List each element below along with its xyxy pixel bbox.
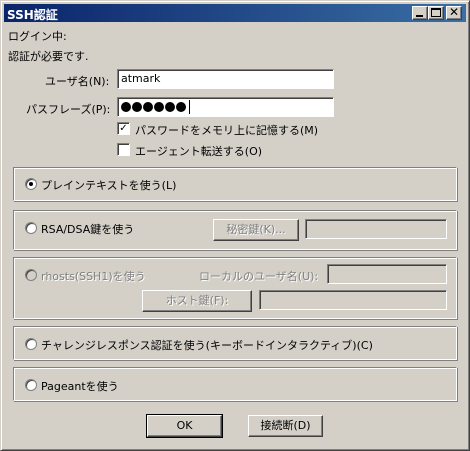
minimize-button[interactable] (412, 6, 428, 20)
username-label: ユーザ名(N): (45, 75, 110, 88)
pageant-radio[interactable] (25, 379, 37, 391)
rhosts-label: rhosts(SSH1)を使う (41, 270, 146, 283)
window-title: SSH認証 (7, 8, 58, 22)
login-status: ログイン中: (8, 30, 67, 43)
host-key-path-input[interactable] (259, 290, 447, 310)
host-key-button[interactable]: ホスト鍵(F): (142, 290, 252, 312)
pageant-label: Pageantを使う (41, 380, 119, 393)
username-value: atmark (121, 72, 161, 85)
ok-button[interactable]: OK (146, 414, 223, 438)
disconnect-button[interactable]: 接続断(D) (248, 415, 323, 437)
local-username-input[interactable] (327, 264, 447, 284)
maximize-icon (431, 8, 441, 17)
auth-required-message: 認証が必要です. (8, 50, 89, 63)
challenge-radio[interactable] (25, 338, 37, 350)
remember-password-checkbox[interactable]: ✓ (117, 122, 130, 135)
close-button[interactable]: ✕ (446, 5, 462, 20)
rsa-dsa-radio[interactable] (25, 222, 37, 234)
title-bar[interactable]: SSH認証 ✕ (4, 4, 466, 22)
passphrase-input[interactable] (117, 97, 334, 117)
challenge-label: チャレンジレスポンス認証を使う(キーボードインタラクティブ)(C) (41, 339, 373, 352)
close-icon: ✕ (448, 5, 460, 19)
passphrase-label: パスフレーズ(P): (26, 103, 111, 116)
agent-forward-label: エージェント転送する(O) (135, 145, 263, 158)
local-username-label: ローカルのユーザ名(U): (199, 270, 319, 283)
username-input[interactable]: atmark (117, 69, 334, 89)
rsa-dsa-label: RSA/DSA鍵を使う (41, 223, 135, 236)
agent-forward-checkbox[interactable] (117, 143, 130, 156)
plaintext-radio[interactable] (25, 178, 37, 190)
ssh-auth-dialog: SSH認証 ✕ ログイン中: 認証が必要です. ユーザ名(N): atmark … (0, 0, 470, 451)
secret-key-button[interactable]: 秘密鍵(K)... (213, 219, 299, 241)
rhosts-radio[interactable] (25, 269, 37, 281)
plaintext-label: プレインテキストを使う(L) (41, 179, 177, 192)
minimize-icon (416, 15, 423, 17)
remember-password-label: パスワードをメモリ上に記憶する(M) (135, 124, 319, 137)
secret-key-path-input[interactable] (305, 219, 447, 239)
maximize-button[interactable] (428, 6, 444, 20)
